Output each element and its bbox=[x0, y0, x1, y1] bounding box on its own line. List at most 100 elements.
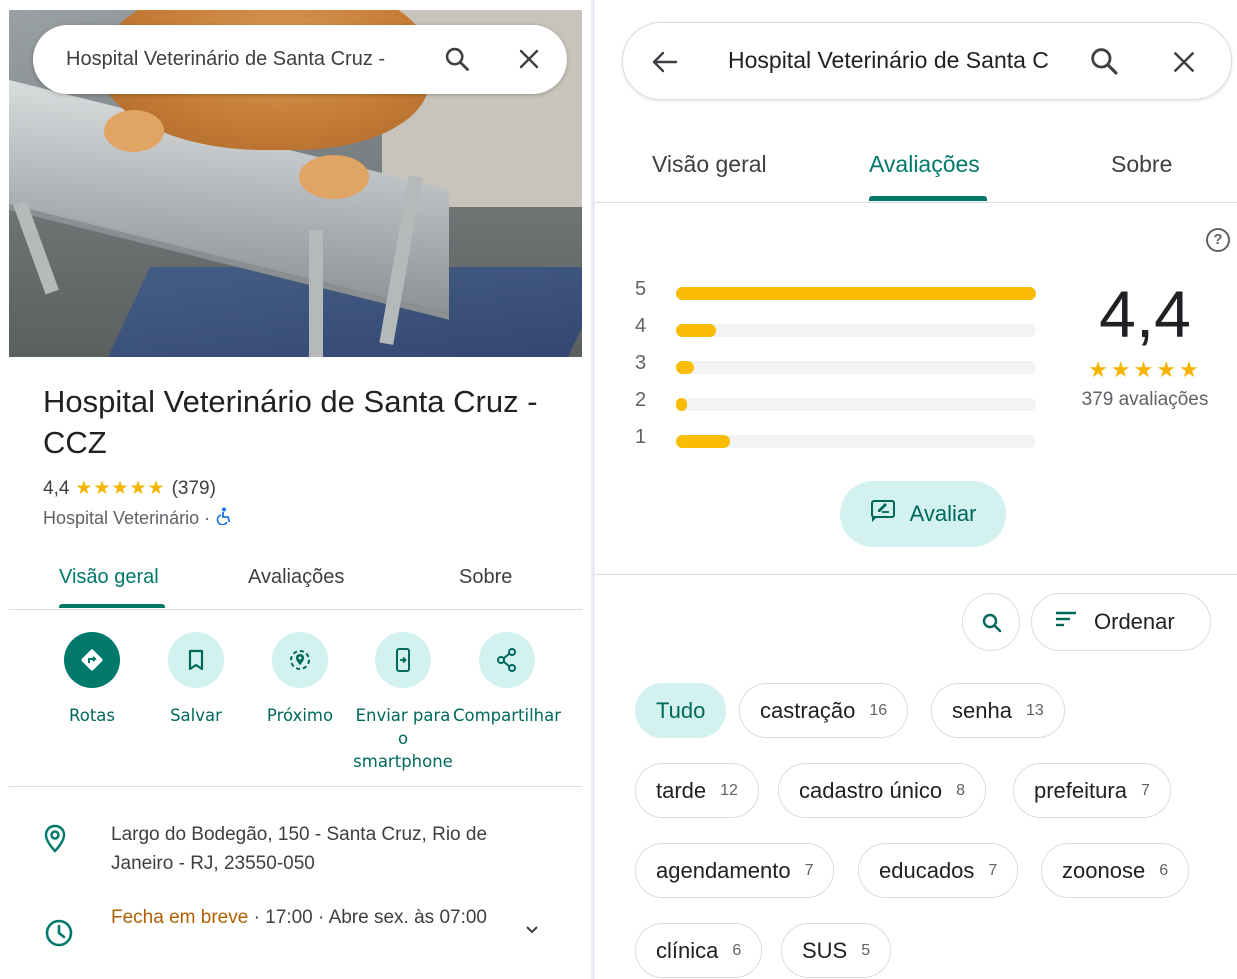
active-tab-indicator bbox=[869, 196, 987, 201]
chip-label: senha bbox=[952, 697, 1012, 723]
save-button[interactable]: Salvar bbox=[141, 632, 251, 727]
histogram-track bbox=[676, 361, 1036, 374]
clock-icon bbox=[44, 918, 74, 953]
close-icon[interactable] bbox=[517, 47, 541, 76]
chip-educados[interactable]: educados 7 bbox=[858, 843, 1019, 898]
nearby-icon[interactable] bbox=[272, 632, 328, 688]
back-arrow-icon[interactable] bbox=[650, 47, 680, 82]
share-icon[interactable] bbox=[479, 632, 535, 688]
average-rating-stars: ★★★★★ bbox=[1088, 357, 1202, 382]
chip-sus[interactable]: SUS 5 bbox=[781, 923, 892, 978]
chip-count: 13 bbox=[1025, 701, 1044, 719]
search-query[interactable]: Hospital Veterinário de Santa C bbox=[728, 47, 1058, 74]
search-box[interactable]: Hospital Veterinário de Santa Cruz - bbox=[33, 25, 567, 94]
chip-clinica[interactable]: clínica 6 bbox=[635, 923, 763, 978]
sort-label: Ordenar bbox=[1094, 609, 1175, 634]
share-label: Compartilhar bbox=[452, 706, 562, 725]
chip-label: agendamento bbox=[656, 857, 791, 883]
divider bbox=[9, 786, 582, 787]
place-tabs: Visão geral Avaliações Sobre bbox=[595, 135, 1237, 203]
average-rating: 4,4 ★★★★★ 379 avaliações bbox=[1065, 275, 1225, 411]
chip-all[interactable]: Tudo bbox=[635, 683, 727, 738]
directions-button[interactable]: Rotas bbox=[37, 632, 147, 727]
chip-count: 6 bbox=[1159, 861, 1169, 879]
chip-label: tarde bbox=[656, 777, 707, 803]
rating-summary[interactable]: 4,4 ★★★★★ (379) bbox=[43, 477, 216, 500]
sort-button[interactable]: Ordenar bbox=[1031, 593, 1211, 651]
histogram-row-3: 3 bbox=[635, 352, 1045, 374]
directions-icon[interactable] bbox=[64, 632, 120, 688]
histogram-bar bbox=[676, 398, 687, 411]
histogram-bar bbox=[676, 435, 730, 448]
send-to-phone-button[interactable]: Enviar para o smartphone bbox=[348, 632, 458, 773]
histogram-row-5: 5 bbox=[635, 278, 1045, 300]
rate-review-icon bbox=[870, 499, 896, 529]
tab-overview[interactable]: Visão geral bbox=[59, 566, 159, 589]
search-box[interactable]: Hospital Veterinário de Santa C bbox=[622, 22, 1232, 100]
tab-overview[interactable]: Visão geral bbox=[652, 151, 767, 178]
photo-table-leg bbox=[309, 230, 323, 357]
active-tab-indicator bbox=[59, 604, 165, 608]
tab-about[interactable]: Sobre bbox=[459, 566, 512, 589]
share-button[interactable]: Compartilhar bbox=[452, 632, 562, 727]
chip-count: 7 bbox=[1140, 781, 1150, 799]
chip-count: 7 bbox=[804, 861, 814, 879]
chip-castracao[interactable]: castração 16 bbox=[739, 683, 909, 738]
histogram-star-label: 3 bbox=[635, 352, 647, 374]
write-review-button[interactable]: Avaliar bbox=[840, 481, 1006, 547]
nearby-button[interactable]: Próximo bbox=[245, 632, 355, 727]
chip-count: 5 bbox=[861, 941, 871, 959]
search-reviews-button[interactable] bbox=[962, 593, 1020, 651]
closing-soon-status: Fecha em breve bbox=[111, 907, 249, 928]
histogram-track bbox=[676, 435, 1036, 448]
chip-label: castração bbox=[760, 697, 856, 723]
histogram-row-4: 4 bbox=[635, 315, 1045, 337]
histogram-track bbox=[676, 324, 1036, 337]
chip-agendamento[interactable]: agendamento 7 bbox=[635, 843, 835, 898]
search-query[interactable]: Hospital Veterinário de Santa Cruz - bbox=[66, 48, 385, 71]
tab-reviews[interactable]: Avaliações bbox=[869, 151, 980, 178]
rating-histogram: 5 4 3 2 1 bbox=[635, 275, 1045, 455]
chip-zoonose[interactable]: zoonose 6 bbox=[1041, 843, 1190, 898]
chip-senha[interactable]: senha 13 bbox=[931, 683, 1065, 738]
search-icon[interactable] bbox=[443, 45, 471, 78]
histogram-track bbox=[676, 287, 1036, 300]
chip-count: 6 bbox=[732, 941, 742, 959]
chip-count: 12 bbox=[720, 781, 738, 799]
directions-label: Rotas bbox=[69, 706, 115, 725]
histogram-row-2: 2 bbox=[635, 389, 1045, 411]
place-tabs: Visão geral Avaliações Sobre bbox=[9, 560, 582, 610]
tab-about[interactable]: Sobre bbox=[1111, 151, 1172, 178]
chip-count: 16 bbox=[869, 701, 888, 719]
chip-cadastro-unico[interactable]: cadastro único 8 bbox=[778, 763, 986, 818]
place-overview-panel: Hospital Veterinário de Santa Cruz - Hos… bbox=[0, 0, 591, 979]
divider bbox=[595, 574, 1237, 575]
search-icon[interactable] bbox=[1088, 45, 1120, 82]
chip-label: SUS bbox=[802, 937, 848, 963]
chip-label: zoonose bbox=[1062, 857, 1146, 883]
histogram-star-label: 1 bbox=[635, 426, 647, 448]
address-text: Largo do Bodegão, 150 - Santa Cruz, Rio … bbox=[111, 824, 488, 874]
category-label: Hospital Veterinário · bbox=[43, 508, 211, 528]
location-pin-icon bbox=[44, 824, 66, 859]
wheelchair-accessible-icon[interactable] bbox=[216, 507, 232, 530]
send-to-phone-icon[interactable] bbox=[375, 632, 431, 688]
chip-label: prefeitura bbox=[1034, 777, 1127, 803]
send-to-phone-label: Enviar para o smartphone bbox=[353, 706, 453, 771]
hours-detail: · 17:00 · Abre sex. às 07:00 bbox=[248, 907, 487, 928]
chip-prefeitura[interactable]: prefeitura 7 bbox=[1013, 763, 1171, 818]
total-reviews: 379 avaliações bbox=[1081, 389, 1209, 410]
help-icon[interactable]: ? bbox=[1206, 228, 1230, 252]
chip-tarde[interactable]: tarde 12 bbox=[635, 763, 759, 818]
chevron-down-icon[interactable] bbox=[524, 923, 540, 941]
save-label: Salvar bbox=[170, 706, 222, 725]
search-icon bbox=[980, 611, 1004, 640]
histogram-bar bbox=[676, 324, 716, 337]
review-count[interactable]: (379) bbox=[172, 478, 216, 500]
close-icon[interactable] bbox=[1171, 49, 1197, 80]
action-buttons: Rotas Salvar Próximo Enviar para o smart… bbox=[9, 632, 582, 787]
bookmark-icon[interactable] bbox=[168, 632, 224, 688]
chip-count: 7 bbox=[988, 861, 998, 879]
tab-reviews[interactable]: Avaliações bbox=[248, 566, 344, 589]
chip-count: 8 bbox=[956, 781, 965, 799]
